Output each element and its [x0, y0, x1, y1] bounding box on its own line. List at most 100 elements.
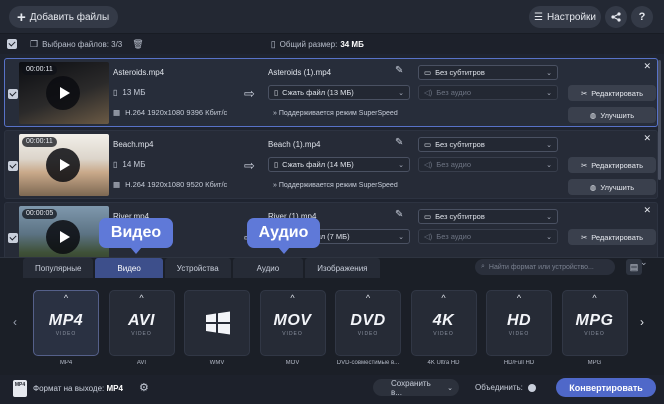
- format-tile-mov[interactable]: ^ MOV VIDEO: [259, 290, 326, 356]
- audio-dropdown[interactable]: ◁) Без аудио ⌄: [418, 85, 558, 100]
- total-size-label: Общий размер:: [279, 39, 338, 49]
- file-icon: ▯: [113, 88, 118, 97]
- share-button[interactable]: [605, 6, 627, 28]
- compress-dropdown[interactable]: ▯ Сжать файл (14 МБ) ⌄: [268, 157, 410, 172]
- edit-label: Редактировать: [591, 88, 644, 98]
- next-arrow-icon[interactable]: ›: [640, 315, 644, 329]
- tab-video[interactable]: Видео: [95, 258, 163, 278]
- row-checkbox[interactable]: [8, 161, 18, 171]
- selection-bar: ❐ Выбрано файлов: 3/3 🗑 ▯ Общий размер: …: [0, 34, 664, 54]
- format-tile-avi[interactable]: ^ AVI VIDEO: [108, 290, 175, 356]
- windows-logo-icon: [206, 311, 230, 335]
- edit-button[interactable]: ✂ Редактировать: [568, 229, 656, 245]
- format-label: MPG: [587, 360, 602, 366]
- output-filename: Beach (1).mp4: [268, 140, 321, 149]
- convert-arrow-icon: ⇨: [244, 86, 255, 101]
- duration-badge: 00:00:11: [22, 137, 57, 147]
- subtitles-dropdown[interactable]: ▭ Без субтитров ⌄: [418, 65, 558, 80]
- add-files-button[interactable]: + Добавить файлы: [9, 6, 119, 28]
- gear-icon[interactable]: ⚙: [139, 381, 151, 394]
- question-icon: ?: [638, 11, 646, 23]
- edit-button[interactable]: ✂ Редактировать: [568, 157, 656, 173]
- format-tile-hd[interactable]: ^ HD VIDEO: [486, 290, 552, 356]
- format-logo: MOV: [273, 312, 312, 329]
- audio-dropdown[interactable]: ◁) Без аудио ⌄: [418, 157, 558, 172]
- format-logo-sub: VIDEO: [282, 331, 303, 337]
- video-thumbnail[interactable]: 00:00:11: [19, 62, 109, 124]
- tab-popular[interactable]: Популярные: [23, 258, 94, 278]
- format-tile-wmv[interactable]: [184, 290, 250, 356]
- row-checkbox[interactable]: [8, 89, 18, 99]
- source-filename: Asteroids.mp4: [113, 68, 165, 77]
- format-tile-dvd[interactable]: ^ DVD VIDEO: [335, 290, 401, 356]
- play-icon[interactable]: [46, 220, 80, 254]
- prev-arrow-icon[interactable]: ‹: [13, 315, 17, 329]
- format-search-input[interactable]: ⌕ Найти формат или устройство...: [475, 259, 615, 275]
- chevron-up-icon: ^: [139, 293, 144, 303]
- play-icon[interactable]: [46, 76, 80, 110]
- compress-dropdown[interactable]: ▯ Сжать файл (13 МБ) ⌄: [268, 85, 410, 100]
- audio-text: Без аудио: [436, 88, 472, 97]
- selected-count: Выбрано файлов: 3/3: [42, 39, 123, 49]
- subtitles-dropdown[interactable]: ▭ Без субтитров ⌄: [418, 137, 558, 152]
- duration-badge: 00:00:11: [22, 65, 57, 75]
- format-tile-4k[interactable]: ^ 4K VIDEO: [410, 290, 477, 356]
- file-row[interactable]: 00:00:11 Beach.mp4 ▯ 14 МБ ▦ H.264 1920x10…: [4, 130, 658, 199]
- settings-label: Настройки: [546, 11, 596, 23]
- trash-icon[interactable]: 🗑: [132, 39, 143, 50]
- top-toolbar: + Добавить файлы ☰ Настройки ?: [0, 0, 664, 34]
- format-logo: MP4: [48, 312, 84, 329]
- remove-file-icon[interactable]: ✕: [643, 133, 651, 144]
- scissors-icon: ✂: [580, 160, 588, 170]
- help-button[interactable]: ?: [631, 6, 653, 28]
- superspeed-note: » Поддерживается режим SuperSpeed: [273, 110, 413, 117]
- rename-pencil-icon[interactable]: ✎: [395, 209, 403, 220]
- video-thumbnail[interactable]: 00:00:05: [19, 206, 109, 261]
- enhance-button[interactable]: ◍ Улучшить: [568, 179, 656, 195]
- source-size: ▯ 14 МБ: [113, 160, 145, 169]
- compress-text: Сжать файл (13 МБ): [282, 88, 354, 97]
- rename-pencil-icon[interactable]: ✎: [395, 137, 403, 148]
- merge-label: Объединить:: [475, 383, 523, 392]
- speed-icon: »: [273, 110, 277, 117]
- subtitles-dropdown[interactable]: ▭ Без субтитров ⌄: [418, 209, 558, 224]
- source-info: ▦ H.264 1920x1080 9520 Кбит/с: [113, 180, 227, 189]
- save-to-dropdown[interactable]: Сохранить в... ⌄: [373, 379, 459, 397]
- row-checkbox[interactable]: [8, 233, 18, 243]
- speaker-icon: ◁): [424, 232, 433, 241]
- format-label: MOV: [285, 360, 300, 366]
- tab-images[interactable]: Изображения: [305, 258, 380, 278]
- toggle-knob[interactable]: [527, 383, 536, 392]
- subtitles-icon: ▭: [424, 68, 432, 77]
- chevron-up-icon: ^: [516, 293, 522, 303]
- file-row[interactable]: 00:00:11 Asteroids.mp4 ▯ 13 МБ ▦ H.264 192…: [4, 58, 658, 127]
- format-tile-mpg[interactable]: ^ MPG VIDEO: [561, 290, 628, 356]
- settings-button[interactable]: ☰ Настройки: [529, 6, 601, 28]
- tab-devices[interactable]: Устройства: [164, 258, 231, 278]
- edit-button[interactable]: ✂ Редактировать: [568, 85, 656, 101]
- format-tile-mp4[interactable]: ^ MP4 VIDEO: [33, 290, 99, 356]
- convert-arrow-icon: ⇨: [244, 158, 255, 173]
- convert-button[interactable]: Конвертировать: [556, 378, 656, 397]
- video-thumbnail[interactable]: 00:00:11: [19, 134, 109, 196]
- remove-file-icon[interactable]: ✕: [643, 205, 651, 216]
- select-all-checkbox[interactable]: [7, 39, 17, 49]
- chevron-up-icon: ^: [365, 293, 371, 303]
- chevron-down-icon: ⌄: [546, 69, 552, 77]
- format-settings-button[interactable]: ▤: [626, 259, 642, 275]
- remove-file-icon[interactable]: ✕: [643, 61, 651, 72]
- tab-audio[interactable]: Аудио: [232, 258, 304, 278]
- play-icon[interactable]: [46, 148, 80, 182]
- size-text: 14 МБ: [122, 160, 146, 169]
- subtitles-text: Без субтитров: [435, 140, 485, 149]
- merge-toggle[interactable]: Объединить:: [475, 383, 536, 392]
- scissors-icon: ✂: [580, 88, 588, 98]
- chevron-down-icon: ⌄: [546, 161, 552, 169]
- info-text: H.264 1920x1080 9396 Кбит/с: [125, 108, 228, 117]
- chevron-down-icon: ⌄: [398, 89, 404, 97]
- sliders-icon: ☰: [533, 11, 543, 23]
- audio-dropdown[interactable]: ◁) Без аудио ⌄: [418, 229, 558, 244]
- rename-pencil-icon[interactable]: ✎: [395, 65, 403, 76]
- list-scrollbar[interactable]: [658, 60, 661, 180]
- enhance-button[interactable]: ◍ Улучшить: [568, 107, 656, 123]
